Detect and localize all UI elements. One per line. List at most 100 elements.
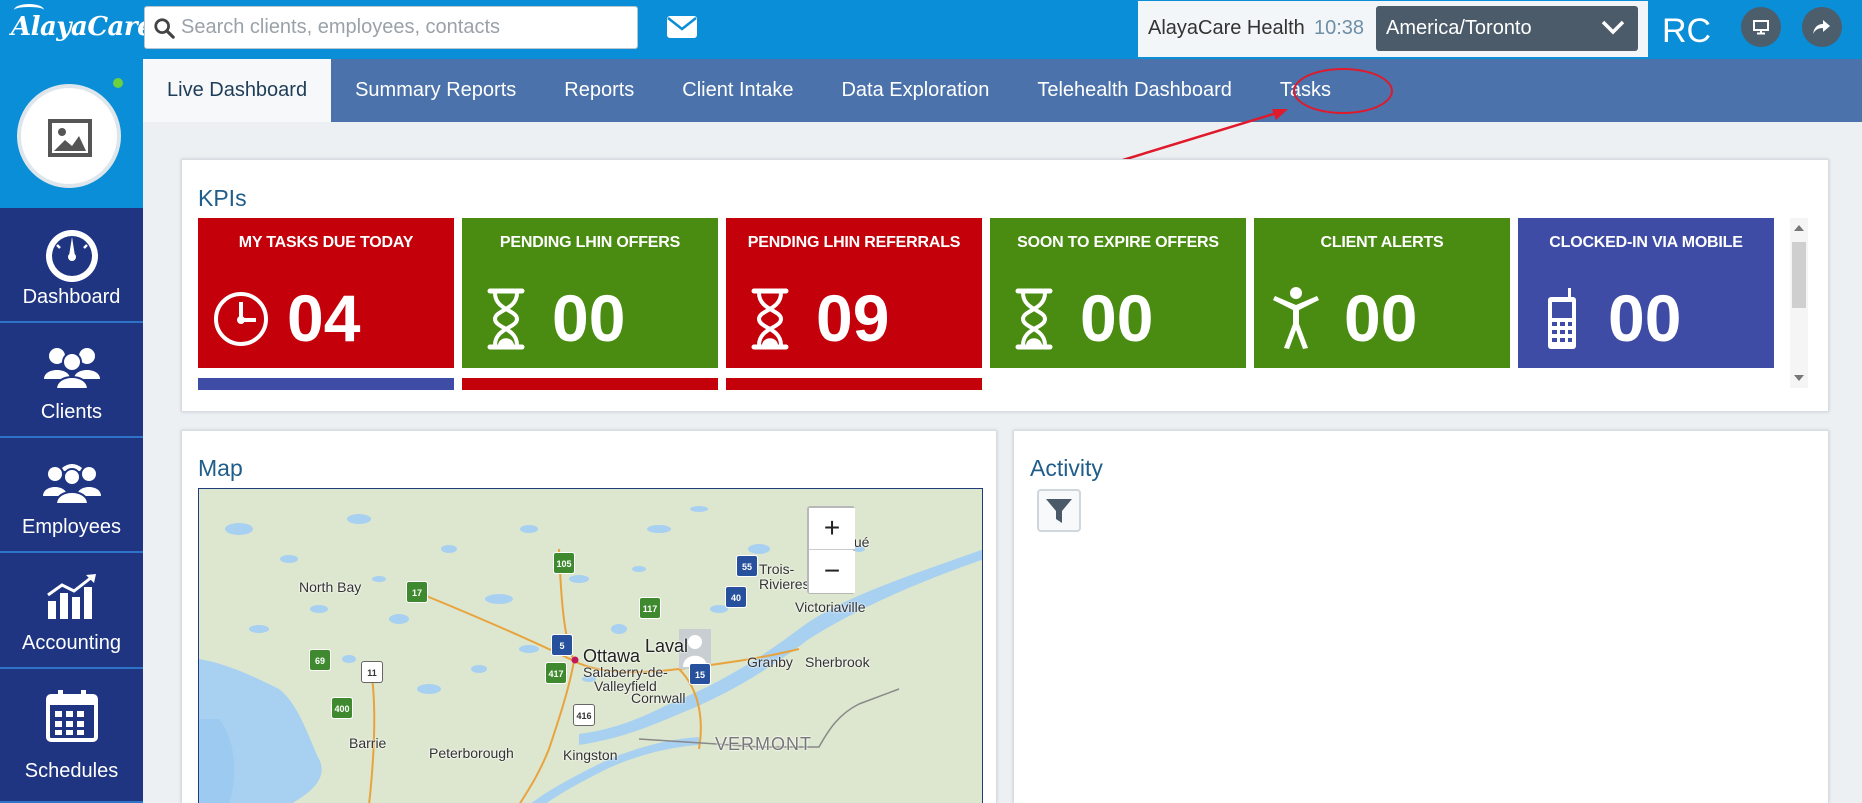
sidebar-item-schedules[interactable]: Schedules — [0, 671, 143, 803]
gauge-icon — [45, 230, 98, 282]
calendar-icon — [45, 690, 98, 742]
kpi-tile-progress-bar — [726, 378, 982, 390]
scrollbar-thumb[interactable] — [1792, 242, 1806, 308]
kpi-tile-title: MY TASKS DUE TODAY — [238, 234, 414, 251]
messages-button[interactable] — [664, 12, 700, 42]
map-panel: Map North Bay Ottawa Laval Trois- Rivier… — [181, 430, 997, 803]
map-panel-title: Map — [198, 455, 243, 481]
sidebar: Dashboard Clients Employees Accounting S… — [0, 59, 143, 803]
sidebar-item-label: Accounting — [22, 632, 121, 654]
map-label: Granby — [747, 654, 793, 670]
kpi-tile-my-tasks[interactable]: MY TASKS DUE TODAY 04 — [198, 218, 454, 368]
map-label: Laval — [645, 636, 689, 656]
kpi-tile-client-alerts[interactable]: CLIENT ALERTS 00 — [1254, 218, 1510, 368]
map-label: Sherbrook — [805, 654, 870, 670]
highway-shield: 416 — [573, 704, 595, 726]
bar-chart-icon — [46, 574, 96, 619]
map-label: VERMONT — [715, 734, 812, 754]
mobile-phone-icon — [1548, 288, 1576, 349]
tab-bar: Live Dashboard Summary Reports Reports C… — [143, 59, 1862, 122]
search-input[interactable] — [181, 16, 621, 39]
highway-shield: 69 — [309, 649, 331, 671]
filter-button[interactable] — [1037, 489, 1081, 532]
kpi-tile-value: 04 — [287, 281, 361, 355]
kpi-tile-title: CLIENT ALERTS — [1320, 234, 1444, 251]
timezone-select[interactable]: America/Toronto — [1376, 6, 1638, 51]
person-icon — [1273, 287, 1319, 349]
tab-reports[interactable]: Reports — [540, 59, 658, 122]
map-label: Trois- Rivieres — [759, 561, 810, 592]
logout-button[interactable] — [1802, 7, 1842, 47]
sidebar-item-employees[interactable]: Employees — [0, 440, 143, 553]
monitor-icon — [1753, 20, 1769, 35]
activity-panel-title: Activity — [1030, 455, 1103, 481]
envelope-icon — [667, 16, 697, 38]
zoom-out-button[interactable]: − — [809, 551, 855, 593]
kpi-scrollbar[interactable] — [1790, 218, 1808, 388]
kpi-tile-title: SOON TO EXPIRE OFFERS — [1017, 234, 1219, 251]
tab-tasks[interactable]: Tasks — [1256, 59, 1355, 122]
organization-name: AlayaCare Health — [1148, 17, 1305, 39]
kpi-panel: KPIs MY TASKS DUE TODAY 04 PENDING LHIN … — [181, 159, 1829, 412]
highway-shield: 11 — [361, 661, 383, 683]
map-label: Cornwall — [631, 690, 686, 706]
map-label: North Bay — [299, 579, 362, 595]
highway-shield: 105 — [553, 552, 575, 574]
kpi-tile-value: 00 — [1080, 281, 1154, 355]
tab-summary-reports[interactable]: Summary Reports — [331, 59, 540, 122]
org-timezone-panel: AlayaCare Health 10:38 America/Toronto — [1138, 1, 1648, 57]
kpi-tile-clocked-in-via-mobile[interactable]: CLOCKED-IN VIA MOBILE 00 — [1518, 218, 1774, 368]
hourglass-icon — [1015, 288, 1053, 350]
employees-icon — [42, 464, 101, 505]
user-avatar-area — [0, 59, 143, 208]
chevron-down-icon — [1601, 20, 1625, 35]
tab-telehealth-dashboard[interactable]: Telehealth Dashboard — [1013, 59, 1256, 122]
zoom-in-button[interactable]: + — [809, 508, 855, 550]
map-view[interactable]: North Bay Ottawa Laval Trois- Rivieres V… — [198, 488, 983, 803]
search-box[interactable] — [144, 6, 638, 49]
kpi-tile-value: 00 — [552, 281, 626, 355]
current-time: 10:38 — [1314, 17, 1365, 39]
kpi-tile-pending-lhin-offers[interactable]: PENDING LHIN OFFERS 00 — [462, 218, 718, 368]
sidebar-item-dashboard[interactable]: Dashboard — [0, 209, 143, 323]
highway-shield: 17 — [406, 581, 428, 603]
scroll-up-arrow-icon[interactable] — [1794, 225, 1804, 231]
kpi-tile-value: 00 — [1608, 281, 1682, 355]
kpi-tile-title: CLOCKED-IN VIA MOBILE — [1549, 234, 1743, 251]
avatar[interactable] — [17, 84, 121, 188]
tab-data-exploration[interactable]: Data Exploration — [817, 59, 1013, 122]
sidebar-item-label: Dashboard — [22, 286, 121, 308]
map-label: Barrie — [349, 735, 387, 751]
filter-icon — [1046, 498, 1072, 523]
scroll-down-arrow-icon[interactable] — [1794, 375, 1804, 381]
kpi-tile-title: PENDING LHIN OFFERS — [499, 234, 681, 251]
sidebar-item-label: Employees — [22, 516, 121, 538]
kpi-tile-title: PENDING LHIN REFERRALS — [747, 234, 961, 251]
app-logo[interactable]: AlayaCare — [0, 0, 154, 59]
kpi-panel-title: KPIs — [198, 185, 247, 211]
online-status-dot — [113, 78, 123, 88]
kpi-tile-value: 09 — [816, 281, 890, 355]
map-label: Salaberry-de- Valleyfield — [583, 664, 668, 694]
sidebar-item-accounting[interactable]: Accounting — [0, 555, 143, 669]
map-label: Victoriaville — [795, 599, 866, 615]
map-label: Kingston — [563, 747, 618, 763]
highway-shield: 55 — [736, 555, 758, 577]
activity-panel: Activity — [1013, 430, 1829, 803]
kpi-tile-pending-lhin-referrals[interactable]: PENDING LHIN REFERRALS 09 — [726, 218, 982, 368]
highway-shield: 15 — [689, 663, 711, 685]
app-logo-text: AlayaCare — [11, 12, 154, 42]
screen-button[interactable] — [1741, 7, 1781, 47]
user-initials[interactable]: RC — [1662, 12, 1711, 51]
map-zoom-controls: + − — [807, 506, 855, 594]
users-icon — [43, 348, 100, 390]
kpi-tile-progress-bar — [462, 378, 718, 390]
tab-client-intake[interactable]: Client Intake — [658, 59, 817, 122]
tab-live-dashboard[interactable]: Live Dashboard — [143, 59, 332, 122]
kpi-tile-soon-to-expire-offers[interactable]: SOON TO EXPIRE OFFERS 00 — [990, 218, 1246, 368]
share-arrow-icon — [1813, 20, 1830, 34]
top-bar: AlayaCare AlayaCare Health 10:38 America… — [0, 0, 1862, 59]
kpi-tile-progress-bar — [198, 378, 454, 390]
hourglass-icon — [487, 288, 525, 350]
sidebar-item-clients[interactable]: Clients — [0, 325, 143, 438]
